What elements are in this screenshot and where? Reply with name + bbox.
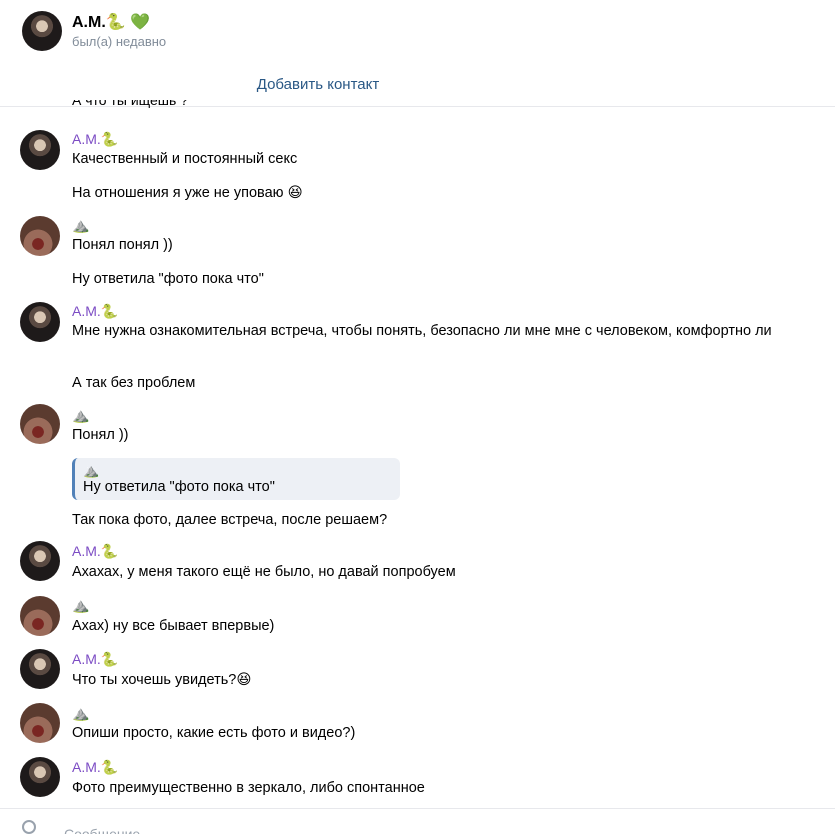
message-text: Ну ответила "фото пока что" [72, 271, 264, 287]
contact-status: был(а) недавно [72, 34, 167, 49]
message-text: Так пока фото, далее встреча, после реша… [72, 512, 388, 528]
message-input[interactable]: Сообщение... [64, 826, 152, 834]
avatar[interactable] [20, 302, 60, 342]
quote-author: ⛰️ [83, 463, 100, 478]
message-author[interactable]: ⛰️ [72, 705, 89, 722]
composer-divider [0, 808, 835, 809]
clipped-message: А что ты ищешь ? [72, 100, 188, 108]
message-author[interactable]: ⛰️ [72, 597, 89, 614]
message-text: Опиши просто, какие есть фото и видео?) [72, 725, 356, 741]
avatar[interactable] [20, 216, 60, 256]
add-contact-button[interactable]: Добавить контакт [0, 76, 636, 93]
avatar[interactable] [20, 404, 60, 444]
quote-text: Ну ответила "фото пока что" [83, 479, 275, 495]
message-text: А так без проблем [72, 375, 196, 391]
message-text: Мне нужна ознакомительная встреча, чтобы… [72, 323, 772, 339]
avatar[interactable] [20, 130, 60, 170]
message-text: Ахахах, у меня такого ещё не было, но да… [72, 564, 456, 580]
avatar[interactable] [20, 649, 60, 689]
message-author[interactable]: А.М.🐍 [72, 759, 118, 776]
contact-avatar[interactable] [22, 11, 62, 51]
message-author[interactable]: А.М.🐍 [72, 303, 118, 320]
message-text: Что ты хочешь увидеть?😆 [72, 672, 252, 688]
message-author[interactable]: А.М.🐍 [72, 131, 118, 148]
chat-header: А.М.🐍 💚 был(а) недавно [0, 0, 835, 61]
message-author[interactable]: ⛰️ [72, 407, 89, 424]
avatar[interactable] [20, 703, 60, 743]
avatar[interactable] [20, 541, 60, 581]
message-author[interactable]: А.М.🐍 [72, 651, 118, 668]
message-author[interactable]: А.М.🐍 [72, 543, 118, 560]
message-text: Ахах) ну все бывает впервые) [72, 618, 275, 634]
message-author[interactable]: ⛰️ [72, 217, 89, 234]
contact-name[interactable]: А.М.🐍 💚 [72, 12, 150, 32]
message-text: Фото преимущественно в зеркало, либо спо… [72, 780, 425, 796]
message-text: Понял понял )) [72, 237, 173, 253]
message-text: Понял )) [72, 427, 129, 443]
message-text: Качественный и постоянный секс [72, 151, 298, 167]
reply-quote[interactable]: ⛰️ Ну ответила "фото пока что" [72, 458, 400, 500]
avatar[interactable] [20, 596, 60, 636]
message-text: На отношения я уже не уповаю 😆 [72, 185, 303, 201]
avatar[interactable] [20, 757, 60, 797]
